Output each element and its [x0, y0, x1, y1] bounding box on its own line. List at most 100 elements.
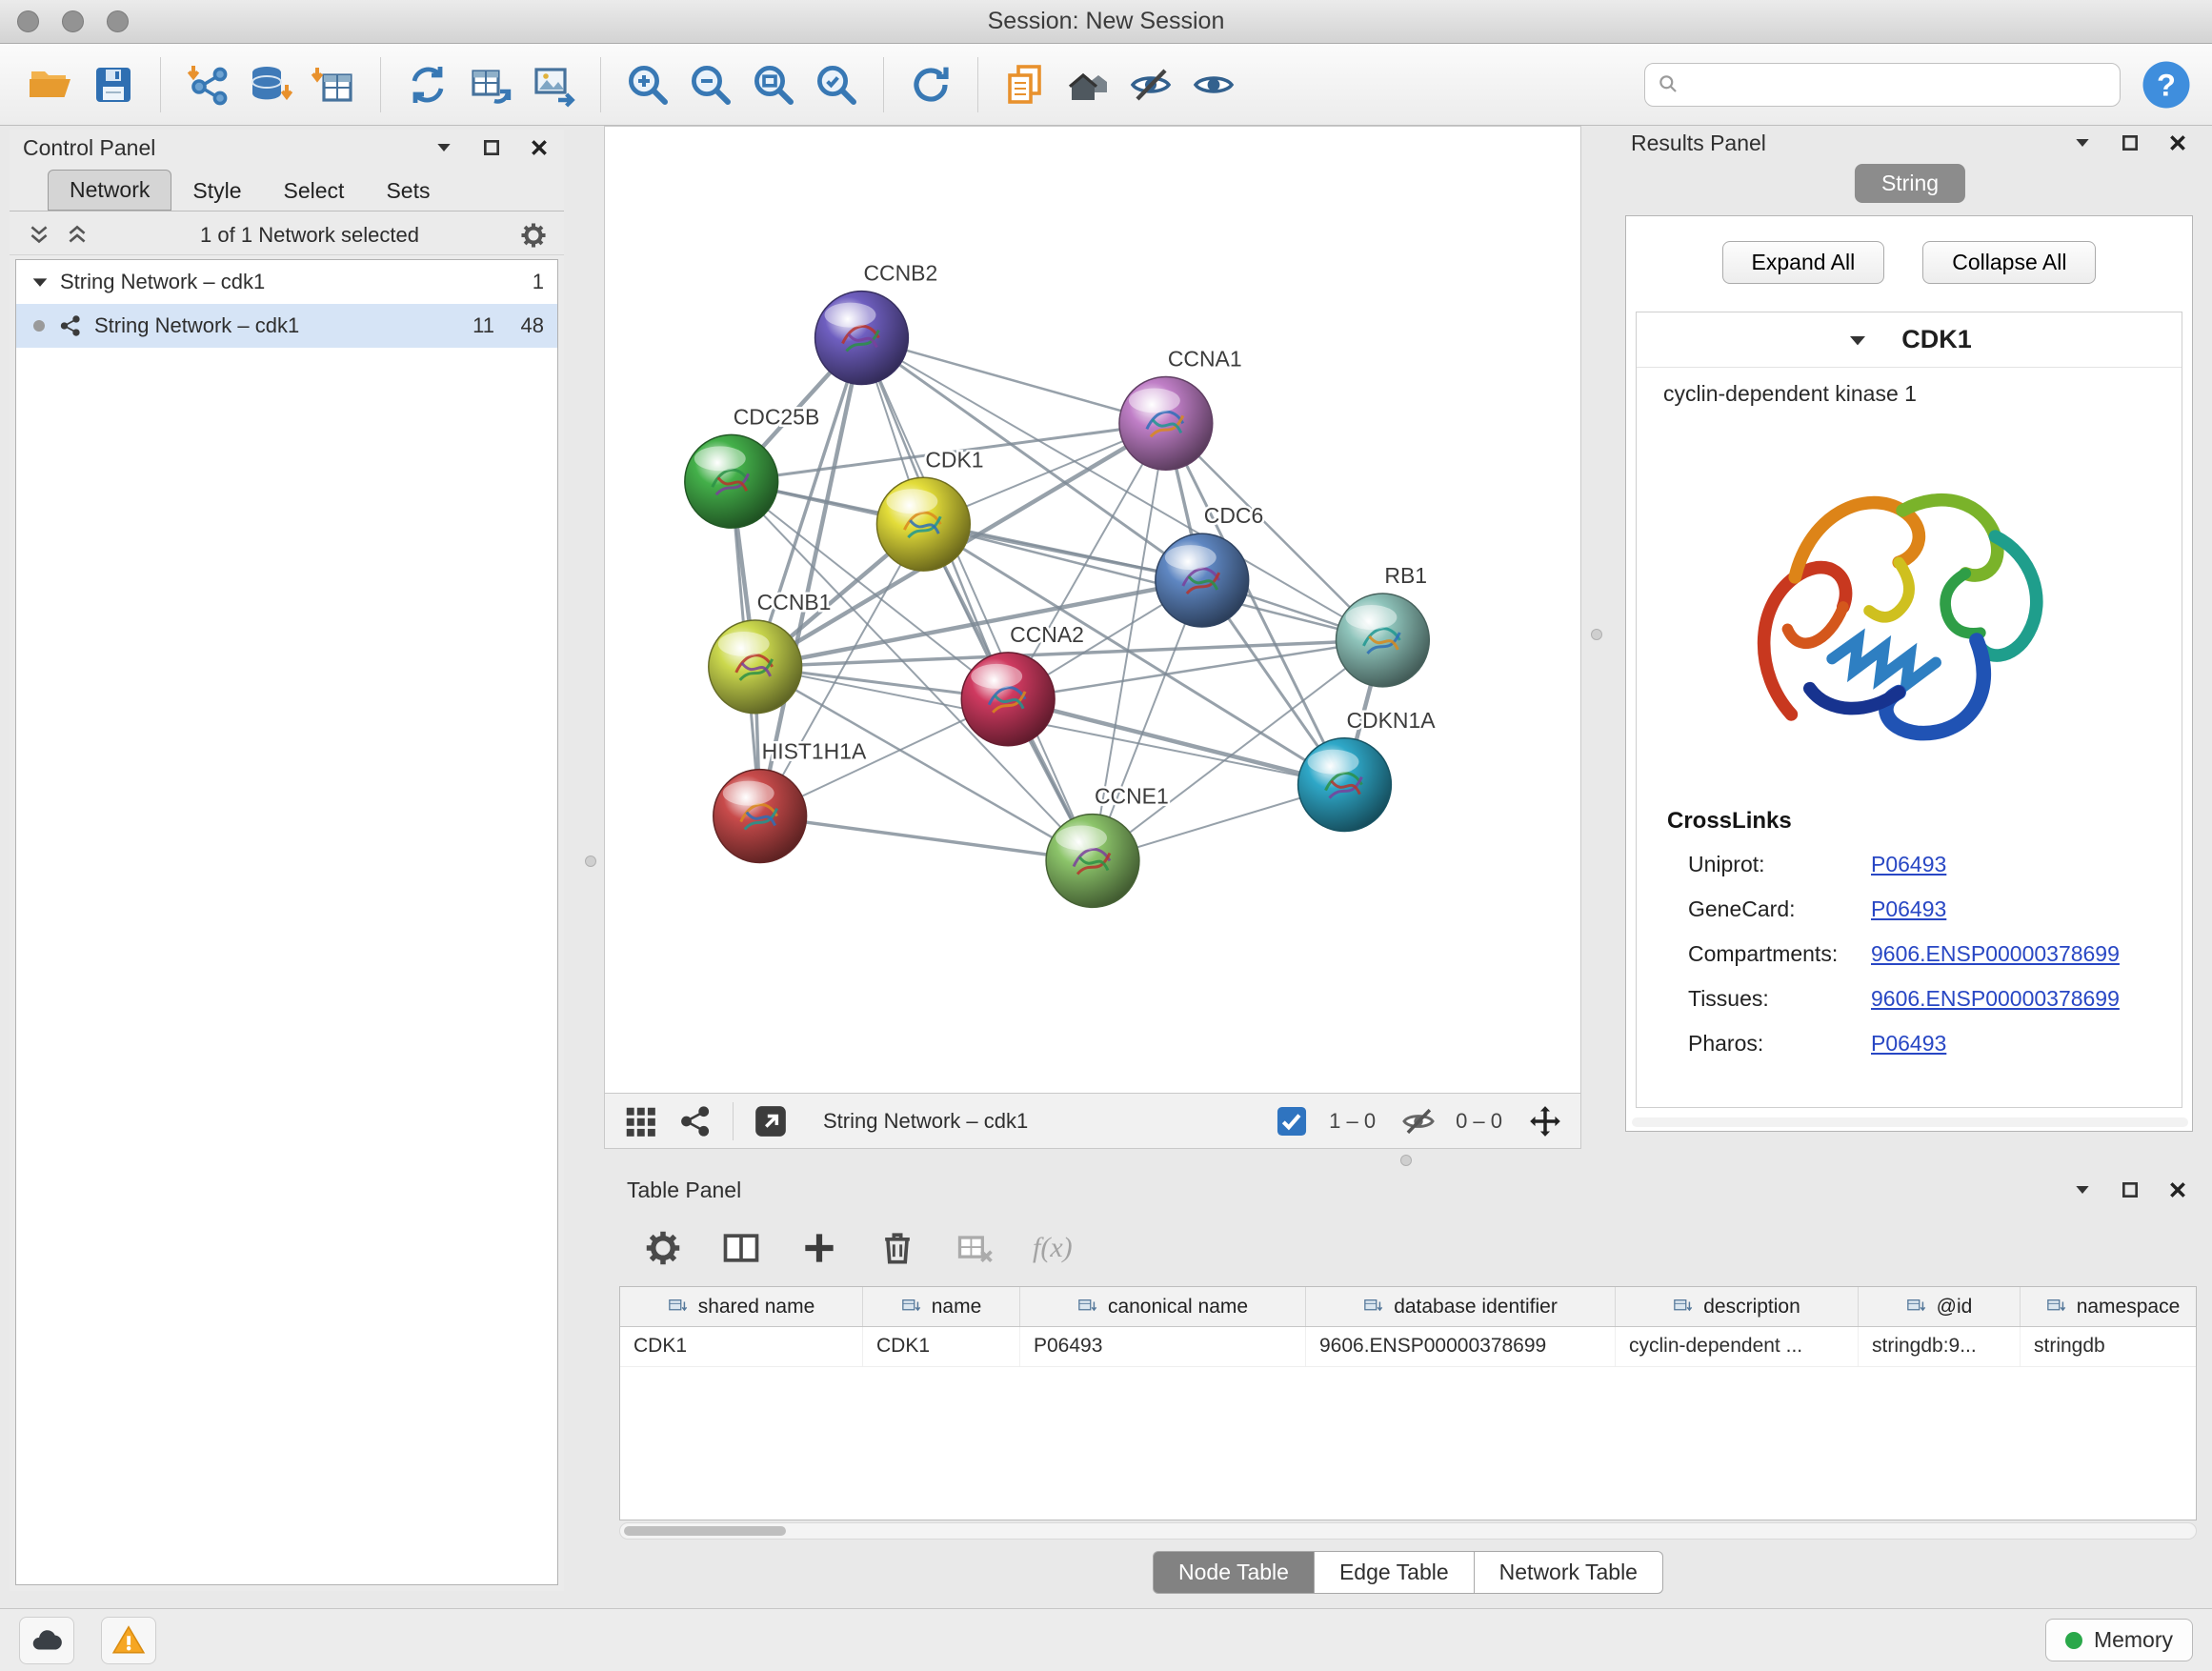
panel-close-icon[interactable]: [528, 136, 551, 159]
search-box[interactable]: [1644, 63, 2121, 107]
home-button[interactable]: [1056, 53, 1119, 116]
gene-section-header[interactable]: CDK1: [1637, 312, 2182, 368]
open-session-button[interactable]: [19, 53, 82, 116]
network-node-ccnb2[interactable]: CCNB2: [815, 261, 938, 385]
splitter-handle[interactable]: [585, 856, 596, 867]
import-table-button[interactable]: [302, 53, 365, 116]
help-button[interactable]: ?: [2140, 58, 2193, 111]
splitter-handle[interactable]: [1400, 1155, 1412, 1166]
hidden-eye-slash-icon[interactable]: [1400, 1103, 1437, 1139]
tab-network[interactable]: Network: [48, 170, 171, 211]
tab-string[interactable]: String: [1855, 164, 1965, 203]
network-node-ccnb1[interactable]: CCNB1: [709, 590, 832, 714]
table-row[interactable]: CDK1CDK1P064939606.ENSP00000378699cyclin…: [620, 1327, 2196, 1367]
network-node-rb1[interactable]: RB1: [1336, 563, 1429, 687]
network-options-gear-icon[interactable]: [518, 220, 549, 251]
column-header-description[interactable]: description: [1616, 1287, 1859, 1326]
table-cell[interactable]: CDK1: [620, 1327, 863, 1366]
collapse-all-button[interactable]: Collapse All: [1922, 241, 2096, 284]
minimize-window-button[interactable]: [62, 10, 84, 32]
table-options-gear-icon[interactable]: [642, 1227, 684, 1269]
expand-all-icon[interactable]: [63, 223, 91, 248]
network-node-cdc25b[interactable]: CDC25B: [685, 404, 819, 528]
panel-close-icon[interactable]: [2166, 131, 2189, 154]
network-collection-row[interactable]: String Network – cdk1 1: [16, 260, 557, 304]
panel-close-icon[interactable]: [2166, 1178, 2189, 1201]
crosslink-value-link[interactable]: 9606.ENSP00000378699: [1871, 986, 2120, 1012]
network-edge[interactable]: [861, 338, 1165, 424]
crosslink-value-link[interactable]: P06493: [1871, 852, 1946, 877]
network-node-ccna1[interactable]: CCNA1: [1119, 347, 1242, 471]
column-header-shared-name[interactable]: shared name: [620, 1287, 863, 1326]
table-cell[interactable]: P06493: [1020, 1327, 1306, 1366]
delete-column-icon[interactable]: [876, 1227, 918, 1269]
expand-all-button[interactable]: Expand All: [1722, 241, 1885, 284]
save-session-button[interactable]: [82, 53, 145, 116]
show-columns-icon[interactable]: [720, 1227, 762, 1269]
scrollbar-thumb[interactable]: [624, 1526, 786, 1536]
tab-network-table[interactable]: Network Table: [1475, 1551, 1663, 1594]
selected-checkbox-icon[interactable]: [1274, 1103, 1310, 1139]
network-node-cdkn1a[interactable]: CDKN1A: [1298, 708, 1437, 832]
tab-edge-table[interactable]: Edge Table: [1315, 1551, 1475, 1594]
crosslink-value-link[interactable]: 9606.ENSP00000378699: [1871, 941, 2120, 967]
apply-layout-button[interactable]: [899, 53, 962, 116]
splitter-handle[interactable]: [1591, 629, 1602, 640]
export-table-button[interactable]: [459, 53, 522, 116]
table-scrollbar[interactable]: [619, 1522, 2197, 1540]
pan-move-icon[interactable]: [1527, 1103, 1563, 1139]
results-scrollbar[interactable]: [1632, 1117, 2188, 1127]
tab-select[interactable]: Select: [263, 171, 366, 211]
export-image-button[interactable]: [522, 53, 585, 116]
zoom-selected-button[interactable]: [805, 53, 868, 116]
zoom-in-button[interactable]: [616, 53, 679, 116]
network-edge[interactable]: [760, 816, 1093, 861]
panel-menu-icon[interactable]: [432, 136, 455, 159]
panel-float-icon[interactable]: [480, 136, 503, 159]
crosslink-value-link[interactable]: P06493: [1871, 896, 1946, 922]
section-collapse-icon[interactable]: [1846, 329, 1869, 352]
table-cell[interactable]: stringdb: [2021, 1327, 2197, 1366]
network-canvas[interactable]: CCNB2CCNA1CDC25BCDK1CDC6RB1CCNB1CCNA2CDK…: [604, 126, 1581, 1094]
network-row-selected[interactable]: String Network – cdk1 11 48: [16, 304, 557, 348]
memory-button[interactable]: Memory: [2045, 1619, 2193, 1661]
grid-view-icon[interactable]: [622, 1103, 658, 1139]
search-input[interactable]: [1689, 72, 2108, 97]
tab-node-table[interactable]: Node Table: [1153, 1551, 1315, 1594]
cloud-button[interactable]: [19, 1617, 74, 1664]
import-network-file-button[interactable]: [176, 53, 239, 116]
show-panel-button[interactable]: [1182, 53, 1245, 116]
panel-menu-icon[interactable]: [2071, 1178, 2094, 1201]
column-header-name[interactable]: name: [863, 1287, 1020, 1326]
add-column-icon[interactable]: [798, 1227, 840, 1269]
column-header-database-identifier[interactable]: database identifier: [1306, 1287, 1616, 1326]
warnings-button[interactable]: [101, 1617, 156, 1664]
network-node-cdc6[interactable]: CDC6: [1156, 503, 1263, 627]
network-node-hist1h1a[interactable]: HIST1H1A: [714, 739, 867, 863]
network-view-share-icon[interactable]: [677, 1103, 714, 1139]
panel-float-icon[interactable]: [2119, 131, 2142, 154]
table-cell[interactable]: 9606.ENSP00000378699: [1306, 1327, 1616, 1366]
hide-panel-button[interactable]: [1119, 53, 1182, 116]
table-cell[interactable]: CDK1: [863, 1327, 1020, 1366]
panel-menu-icon[interactable]: [2071, 131, 2094, 154]
column-header-namespace[interactable]: namespace: [2021, 1287, 2197, 1326]
import-network-database-button[interactable]: [239, 53, 302, 116]
tab-style[interactable]: Style: [171, 171, 262, 211]
maximize-window-button[interactable]: [107, 10, 129, 32]
tab-sets[interactable]: Sets: [365, 171, 451, 211]
panel-float-icon[interactable]: [2119, 1178, 2142, 1201]
close-window-button[interactable]: [17, 10, 39, 32]
detach-view-icon[interactable]: [753, 1103, 789, 1139]
column-header-canonical-name[interactable]: canonical name: [1020, 1287, 1306, 1326]
crosslink-value-link[interactable]: P06493: [1871, 1031, 1946, 1057]
zoom-out-button[interactable]: [679, 53, 742, 116]
tree-expand-icon[interactable]: [30, 272, 50, 292]
duplicate-page-button[interactable]: [994, 53, 1056, 116]
network-graph[interactable]: CCNB2CCNA1CDC25BCDK1CDC6RB1CCNB1CCNA2CDK…: [605, 127, 1580, 1093]
new-network-selection-button[interactable]: [396, 53, 459, 116]
collapse-all-icon[interactable]: [25, 223, 53, 248]
fit-content-button[interactable]: [742, 53, 805, 116]
network-edge[interactable]: [861, 338, 1093, 861]
column-header--id[interactable]: @id: [1859, 1287, 2021, 1326]
